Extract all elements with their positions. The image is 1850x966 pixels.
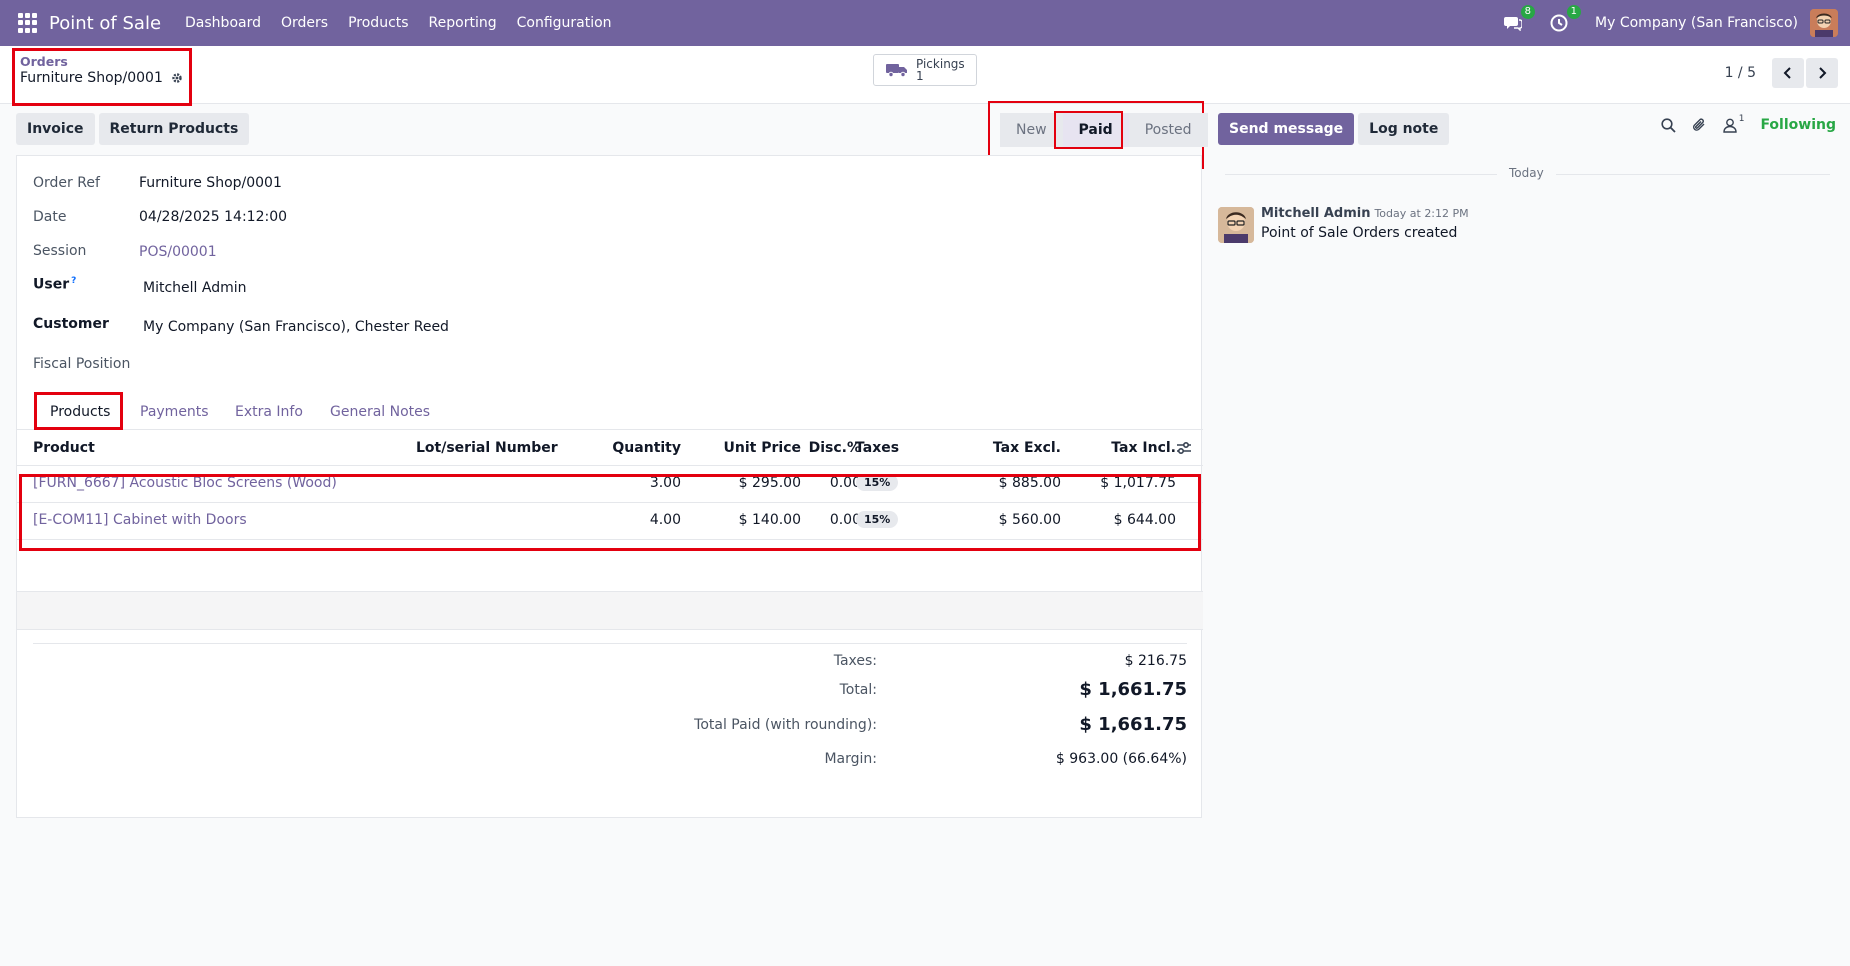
record-title: Furniture Shop/0001 (20, 70, 163, 86)
taxes-label: Taxes: (833, 653, 877, 669)
total-label: Total: (839, 682, 877, 698)
send-message-button[interactable]: Send message (1218, 113, 1355, 145)
top-navbar: Point of Sale Dashboard Orders Products … (0, 0, 1850, 46)
col-tax-excl[interactable]: Tax Excl. (951, 440, 1061, 456)
empty-row (17, 540, 1203, 592)
pickings-text: Pickings 1 (916, 58, 965, 82)
total-value: $ 1,661.75 (1079, 679, 1187, 700)
margin-value: $ 963.00 (66.64%) (1055, 751, 1187, 767)
message-body: Point of Sale Orders created (1261, 225, 1458, 241)
col-tax-incl[interactable]: Tax Incl. (1066, 440, 1176, 456)
apps-menu-icon[interactable] (18, 13, 38, 33)
col-quantity[interactable]: Quantity (581, 440, 681, 456)
control-panel: Orders Furniture Shop/0001 Pickings 1 1 … (0, 46, 1850, 106)
form-action-buttons: Invoice Return Products (16, 113, 250, 145)
messages-icon[interactable]: 8 (1503, 5, 1536, 33)
menu-products[interactable]: Products (348, 15, 408, 31)
col-discount[interactable]: Disc.% (781, 440, 861, 456)
col-lot-serial[interactable]: Lot/serial Number (416, 440, 558, 456)
notebook-tabs: Products Payments Extra Info General Not… (17, 392, 1203, 430)
menu-configuration[interactable]: Configuration (517, 15, 612, 31)
taxes-value: $ 216.75 (1124, 653, 1187, 669)
message-author: Mitchell Admin Today at 2:12 PM (1261, 206, 1469, 221)
user-icon (1723, 118, 1737, 133)
user-label: User? (33, 276, 76, 293)
customer-label: Customer (33, 316, 109, 332)
chatter-topbar-icons: 1 Following (1661, 114, 1836, 133)
tab-extra-info[interactable]: Extra Info (235, 404, 303, 420)
date-separator: Today (1497, 166, 1556, 180)
order-ref-label: Order Ref (33, 175, 100, 191)
col-product[interactable]: Product (33, 440, 95, 456)
followers-count: 1 (1738, 113, 1745, 124)
session-label: Session (33, 243, 87, 259)
customer-field[interactable]: My Company (San Francisco), Chester Reed (143, 319, 449, 335)
activity-clock-icon[interactable]: 1 (1549, 5, 1582, 33)
chatter-actions: Send message Log note (1218, 113, 1450, 145)
tab-products[interactable]: Products (50, 404, 110, 420)
chevron-right-icon (1819, 67, 1827, 79)
pickings-count: 1 (916, 69, 924, 83)
pager: 1 / 5 (1725, 58, 1838, 88)
return-products-button[interactable]: Return Products (98, 113, 250, 145)
truck-icon (886, 64, 907, 77)
search-icon[interactable] (1661, 117, 1676, 133)
column-settings-icon[interactable] (1176, 441, 1192, 455)
chatter-panel: Send message Log note 1 Following Today … (1215, 104, 1850, 966)
messages-badge: 8 (1520, 5, 1536, 19)
followers-button[interactable]: 1 (1723, 114, 1744, 133)
user-avatar[interactable] (1810, 9, 1838, 37)
pager-value[interactable]: 1 / 5 (1725, 65, 1756, 81)
following-button[interactable]: Following (1760, 117, 1836, 133)
message-author-avatar[interactable] (1218, 207, 1254, 243)
fiscal-position-label: Fiscal Position (33, 356, 131, 372)
session-link[interactable]: POS/00001 (139, 244, 217, 260)
table-footer (17, 592, 1203, 630)
totals-divider (33, 643, 1187, 644)
company-switcher[interactable]: My Company (San Francisco) (1595, 15, 1798, 31)
menu-orders[interactable]: Orders (281, 15, 328, 31)
pager-previous-button[interactable] (1772, 58, 1804, 88)
paid-step-highlight (1054, 111, 1123, 149)
menu-dashboard[interactable]: Dashboard (185, 15, 261, 31)
date-value: 04/28/2025 14:12:00 (139, 209, 288, 225)
pickings-smart-button[interactable]: Pickings 1 (873, 54, 977, 86)
tab-general-notes[interactable]: General Notes (330, 404, 430, 420)
breadcrumb-orders[interactable]: Orders (20, 54, 68, 69)
invoice-button[interactable]: Invoice (16, 113, 95, 145)
pager-next-button[interactable] (1806, 58, 1838, 88)
paperclip-icon[interactable] (1692, 117, 1707, 133)
date-label: Date (33, 209, 67, 225)
chevron-left-icon (1783, 67, 1791, 79)
message-time: Today at 2:12 PM (1374, 207, 1469, 220)
user-field[interactable]: Mitchell Admin (143, 280, 247, 296)
user-label-text: User (33, 276, 70, 293)
menu-reporting[interactable]: Reporting (429, 15, 497, 31)
tab-payments[interactable]: Payments (140, 404, 209, 420)
order-ref-value: Furniture Shop/0001 (139, 175, 282, 191)
total-paid-label: Total Paid (with rounding): (694, 717, 877, 733)
log-note-button[interactable]: Log note (1358, 113, 1450, 145)
navbar-systray: 8 1 My Company (San Francisco) (1503, 0, 1850, 46)
col-taxes[interactable]: Taxes (855, 440, 899, 456)
status-step-posted[interactable]: Posted (1128, 113, 1208, 147)
form-sheet: Order Ref Furniture Shop/0001 Date 04/28… (16, 155, 1203, 818)
form-view: Invoice Return Products New Paid Posted … (0, 101, 1215, 966)
total-paid-value: $ 1,661.75 (1079, 714, 1187, 735)
user-tooltip-icon[interactable]: ? (71, 276, 76, 286)
app-name[interactable]: Point of Sale (49, 13, 161, 34)
message-author-name[interactable]: Mitchell Admin (1261, 206, 1370, 221)
lines-table-header: Product Lot/serial Number Quantity Unit … (17, 430, 1203, 466)
margin-label: Margin: (824, 751, 877, 767)
gear-icon[interactable] (171, 72, 183, 84)
activity-badge: 1 (1566, 5, 1582, 19)
breadcrumb-current: Furniture Shop/0001 (20, 70, 183, 86)
